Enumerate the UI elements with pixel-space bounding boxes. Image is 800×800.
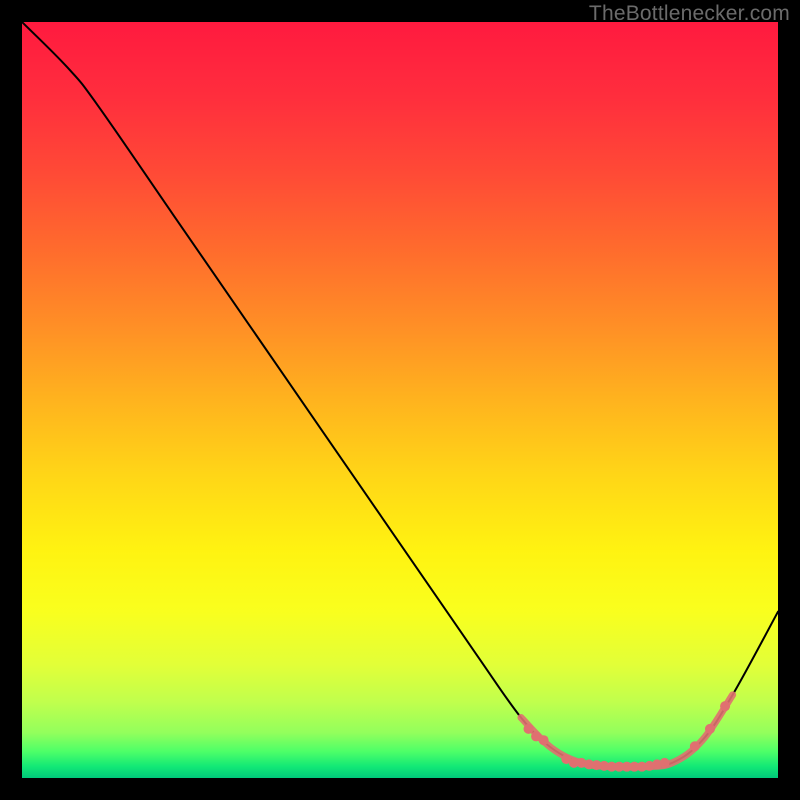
chart-stage: TheBottlenecker.com — [0, 0, 800, 800]
scatter-point — [660, 758, 670, 768]
scatter-point — [524, 724, 534, 734]
scatter-point — [720, 701, 730, 711]
scatter-point — [690, 741, 700, 751]
scatter-point — [539, 735, 549, 745]
watermark-text: TheBottlenecker.com — [589, 2, 790, 26]
scatter-point — [705, 724, 715, 734]
chart-svg — [22, 22, 778, 778]
chart-plot-area — [22, 22, 778, 778]
gradient-background — [22, 22, 778, 778]
